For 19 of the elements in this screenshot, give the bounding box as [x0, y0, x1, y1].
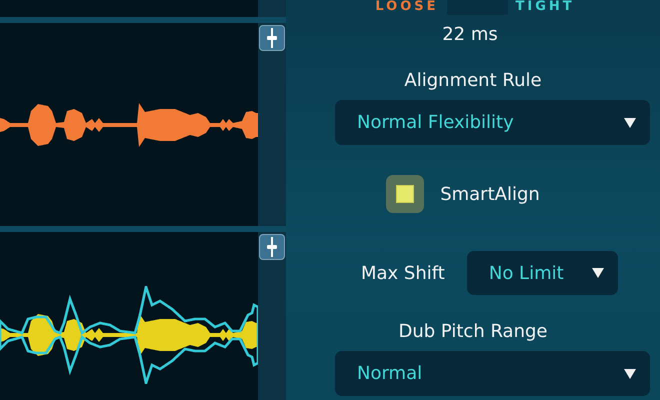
max-shift-dropdown[interactable]: No Limit	[466, 251, 618, 295]
tight-label: TIGHT	[516, 0, 575, 14]
dropdown-arrow-icon	[624, 368, 636, 378]
fader-strip	[258, 0, 286, 17]
tightness-reading: 22 ms	[442, 24, 498, 45]
dropdown-arrow-icon	[624, 118, 636, 128]
fader-icon	[266, 237, 278, 257]
dub-pitch-range-dropdown[interactable]: Normal	[335, 351, 650, 396]
smartalign-checkbox[interactable]	[386, 175, 424, 213]
fader-icon	[266, 28, 278, 48]
alignment-rule-dropdown[interactable]: Normal Flexibility	[335, 100, 650, 145]
smartalign-label: SmartAlign	[440, 184, 540, 204]
dub-pitch-range-label: Dub Pitch Range	[398, 321, 548, 342]
dropdown-arrow-icon	[592, 268, 604, 278]
fader-button[interactable]	[259, 25, 285, 51]
fader-button[interactable]	[259, 234, 285, 260]
loose-label: LOOSE	[375, 0, 439, 14]
max-shift-label: Max Shift	[361, 262, 445, 284]
alignment-rule-label: Alignment Rule	[404, 70, 542, 91]
